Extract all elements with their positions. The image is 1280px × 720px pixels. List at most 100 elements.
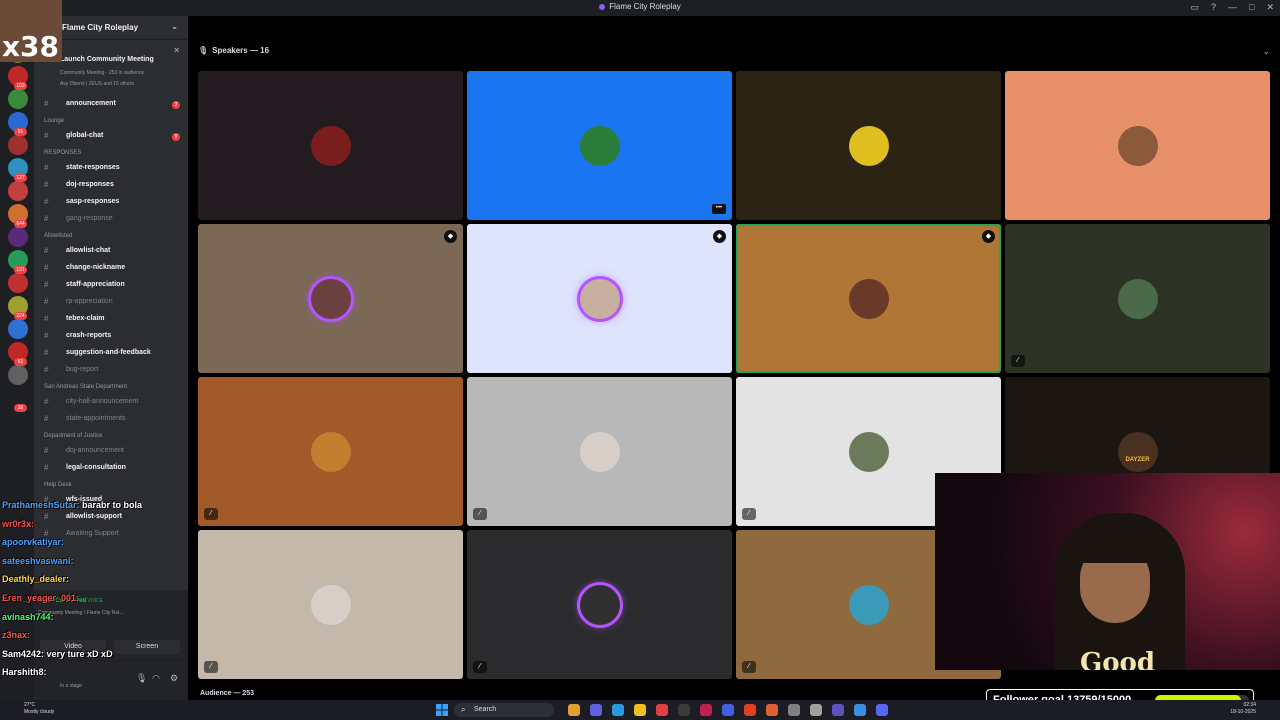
taskbar-app-icon[interactable]	[612, 704, 624, 716]
channel-category[interactable]: Lounge	[44, 118, 64, 124]
channel-item[interactable]: # sasp-responses	[44, 196, 184, 210]
channel-category[interactable]: Department of Justice	[44, 433, 102, 439]
taskbar-app-icon[interactable]	[700, 704, 712, 716]
audience-header[interactable]: Audience — 253	[200, 690, 254, 697]
stream-chat-overlay: PrathameshSutar: barabr to bola wr0r3x: ap…	[0, 498, 190, 698]
speaker-tile[interactable]: ⁄	[1005, 224, 1270, 373]
hash-icon: #	[44, 463, 49, 472]
server-badge: 103	[14, 82, 27, 90]
channel-item[interactable]: # city-hall-announcement	[44, 396, 184, 410]
chat-username: Sam4242:	[2, 648, 45, 659]
muted-mic-icon: ⁄	[742, 661, 756, 673]
inbox-icon[interactable]: ▭	[1190, 2, 1199, 13]
hash-icon: #	[44, 348, 49, 357]
taskbar-app-icon[interactable]	[722, 704, 734, 716]
speaker-tile[interactable]: ⁄	[467, 377, 732, 526]
channel-item[interactable]: # rp-appreciation	[44, 296, 184, 310]
server-icon[interactable]	[8, 227, 28, 247]
channel-item[interactable]: # staff-appreciation	[44, 279, 184, 293]
speaker-tile[interactable]: ⁄	[198, 530, 463, 679]
channel-name: rp-appreciation	[66, 298, 113, 305]
channel-category[interactable]: San Andreas State Department	[44, 384, 127, 390]
avatar	[1118, 279, 1158, 319]
chat-message: Eren_yeager_001:	[2, 593, 79, 603]
taskbar-app-icon[interactable]	[656, 704, 668, 716]
taskbar-app-icon[interactable]	[678, 704, 690, 716]
channel-item[interactable]: # suggestion-and-feedback	[44, 347, 184, 361]
server-icon[interactable]	[8, 273, 28, 293]
more-options-icon[interactable]: •••	[712, 204, 726, 214]
audience-label: Audience — 253	[200, 690, 255, 697]
taskbar-app-icon[interactable]	[788, 704, 800, 716]
avatar	[311, 432, 351, 472]
chevron-down-icon[interactable]: ⌄	[1262, 46, 1270, 57]
channel-item[interactable]: # allowlist-chat	[44, 245, 184, 259]
channel-item[interactable]: # legal-consultation	[44, 462, 184, 476]
taskbar-app-icon[interactable]	[634, 704, 646, 716]
close-icon[interactable]: ✕	[173, 46, 180, 55]
help-icon[interactable]: ?	[1211, 2, 1216, 13]
taskbar-clock[interactable]: 02:34 18-10-2025	[1230, 702, 1256, 716]
server-icon[interactable]	[8, 135, 28, 155]
event-title: Launch Community Meeting	[60, 56, 154, 63]
server-badge: 131	[14, 266, 27, 274]
channel-category[interactable]: Help Desk	[44, 482, 72, 488]
channel-name: staff-appreciation	[66, 281, 125, 288]
channel-item[interactable]: # tebex-claim	[44, 313, 184, 327]
taskbar-search[interactable]: ⌕ Search	[454, 703, 554, 717]
speaker-tile[interactable]	[198, 71, 463, 220]
channel-item[interactable]: # bug-report	[44, 364, 184, 378]
weather-widget[interactable]: 27°C Mostly cloudy	[24, 702, 54, 716]
chat-username: avinash744:	[2, 611, 54, 622]
channel-item[interactable]: # doj-responses	[44, 179, 184, 193]
hash-icon: #	[44, 99, 49, 108]
chevron-down-icon: ⌄	[171, 22, 178, 31]
speaker-tile[interactable]: ⁄	[467, 530, 732, 679]
server-icon[interactable]	[8, 365, 28, 385]
maximize-button[interactable]: □	[1249, 2, 1254, 13]
taskbar-app-icon[interactable]	[568, 704, 580, 716]
taskbar-app-icon[interactable]	[766, 704, 778, 716]
avatar	[580, 279, 620, 319]
taskbar-app-icon[interactable]	[832, 704, 844, 716]
server-icon[interactable]	[8, 89, 28, 109]
avatar	[311, 585, 351, 625]
speaker-tile[interactable]: ◆	[736, 224, 1001, 373]
chat-text: very ture xD xD	[44, 648, 113, 659]
channel-item[interactable]: # gang-response	[44, 213, 184, 227]
speaker-tile[interactable]: •••	[467, 71, 732, 220]
taskbar-app-icon[interactable]	[590, 704, 602, 716]
windows-start-icon[interactable]	[436, 704, 448, 716]
taskbar-app-icon[interactable]	[876, 704, 888, 716]
chat-username: PrathameshSutar:	[2, 500, 80, 510]
close-button[interactable]: ✕	[1266, 2, 1274, 13]
speaker-tile[interactable]: ◆	[467, 224, 732, 373]
avatar	[849, 279, 889, 319]
channel-item[interactable]: # global-chat 9	[44, 130, 184, 144]
taskbar-app-icon[interactable]	[810, 704, 822, 716]
speaker-tile[interactable]	[1005, 71, 1270, 220]
channel-item[interactable]: # state-appointments	[44, 413, 184, 427]
channel-category[interactable]: Allowlisted	[44, 233, 72, 239]
speaker-tile[interactable]	[736, 71, 1001, 220]
chat-message: PrathameshSutar: barabr to bola	[2, 500, 142, 510]
channel-item[interactable]: # announcement 3	[44, 98, 184, 112]
channel-name: announcement	[66, 100, 116, 107]
speaker-tile[interactable]: ◆	[198, 224, 463, 373]
microphone-icon: 🎙	[198, 46, 209, 55]
minimize-button[interactable]: —	[1228, 2, 1237, 13]
speaker-tile[interactable]: ⁄	[198, 377, 463, 526]
window-title-text: Flame City Roleplay	[609, 2, 681, 11]
clock-date: 18-10-2025	[1230, 709, 1256, 715]
channel-category[interactable]: RESPONSES	[44, 150, 81, 156]
channel-item[interactable]: # change-nickname	[44, 262, 184, 276]
taskbar-app-icon[interactable]	[854, 704, 866, 716]
server-icon[interactable]	[8, 181, 28, 201]
channel-name: allowlist-chat	[66, 247, 111, 254]
taskbar-app-icon[interactable]	[744, 704, 756, 716]
server-icon[interactable]	[8, 319, 28, 339]
channel-item[interactable]: # state-responses	[44, 162, 184, 176]
hash-icon: #	[44, 197, 49, 206]
channel-item[interactable]: # doj-announcement	[44, 445, 184, 459]
channel-item[interactable]: # crash-reports	[44, 330, 184, 344]
